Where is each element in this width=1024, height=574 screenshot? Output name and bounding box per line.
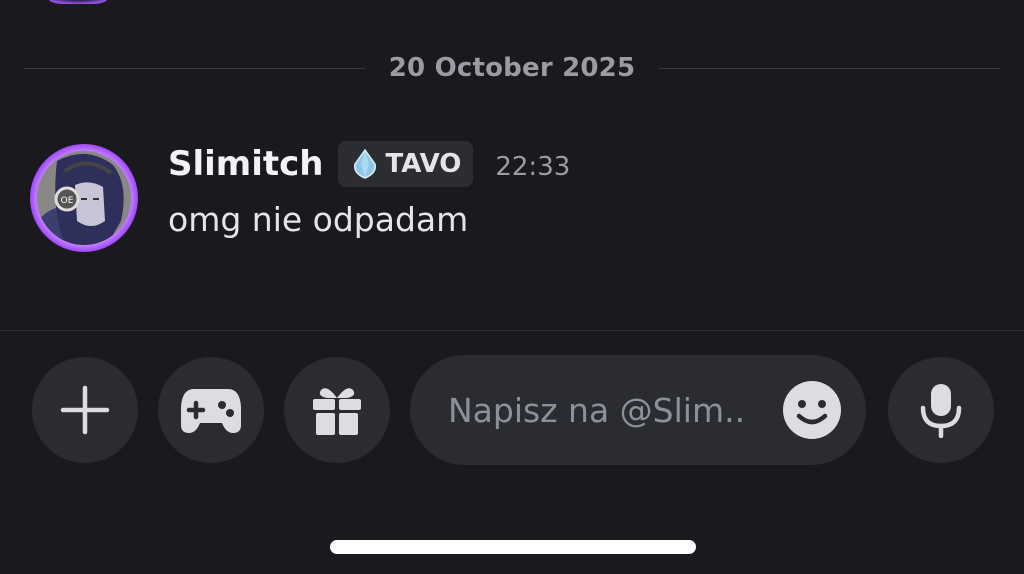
plus-icon xyxy=(60,385,110,435)
add-attachment-button[interactable] xyxy=(32,357,138,463)
server-tag[interactable]: TAVO xyxy=(337,141,474,187)
server-tag-label: TAVO xyxy=(385,149,462,179)
message-header: Slimitch TAVO 22:33 xyxy=(168,140,570,188)
home-indicator[interactable] xyxy=(330,540,696,554)
date-divider-label: 20 October 2025 xyxy=(388,53,636,83)
date-divider: 20 October 2025 xyxy=(24,48,1000,88)
previous-avatar-peek xyxy=(42,0,114,4)
message-username[interactable]: Slimitch xyxy=(168,144,324,184)
activities-button[interactable] xyxy=(158,357,264,463)
message-input-container[interactable] xyxy=(410,355,866,465)
message-composer xyxy=(0,331,1024,574)
chat-message[interactable]: OE Slimitch TAVO 22:33 omg nie odpadam xyxy=(30,138,994,258)
message-input[interactable] xyxy=(446,379,770,441)
message-content: omg nie odpadam xyxy=(168,200,469,239)
voice-message-button[interactable] xyxy=(888,357,994,463)
emoji-button[interactable] xyxy=(782,380,842,440)
avatar-decoration[interactable]: OE xyxy=(30,144,138,252)
microphone-icon xyxy=(920,384,962,438)
divider-line-left xyxy=(24,67,365,69)
gift-icon xyxy=(313,388,361,435)
diamond-gem-icon xyxy=(353,148,376,179)
emoji-icon xyxy=(783,381,841,439)
divider-line-right xyxy=(659,67,1000,69)
message-timestamp: 22:33 xyxy=(495,152,571,182)
svg-text:OE: OE xyxy=(61,196,74,206)
avatar[interactable]: OE xyxy=(37,151,131,245)
gift-button[interactable] xyxy=(284,357,390,463)
gamepad-icon xyxy=(181,389,241,433)
dm-chat-screen: 20 October 2025 OE Slimitch TAVO 22:33 o… xyxy=(0,0,1024,574)
avatar-image: OE xyxy=(37,151,131,245)
